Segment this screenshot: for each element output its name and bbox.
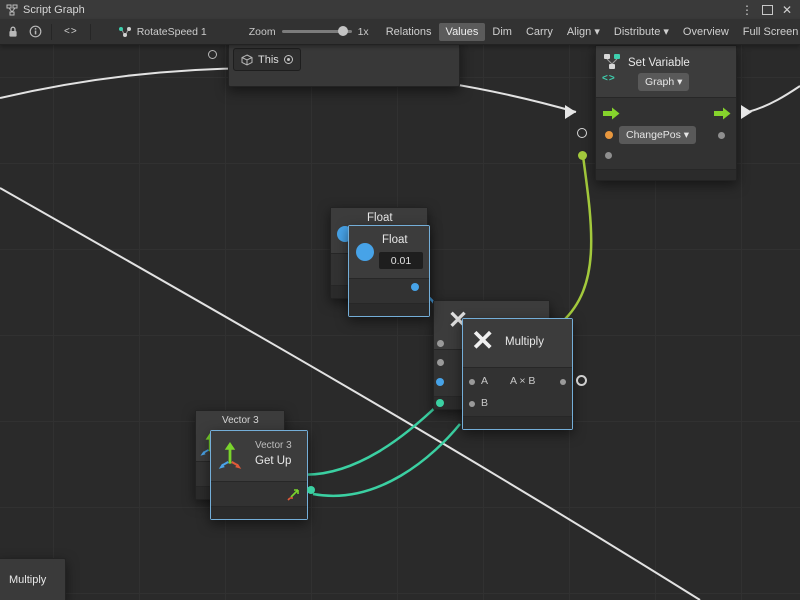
- close-icon[interactable]: ✕: [782, 4, 792, 16]
- this-chip[interactable]: This: [233, 48, 301, 71]
- zoom-value: 1x: [358, 26, 369, 38]
- vector3-get-up-node[interactable]: Vector 3 Get Up: [210, 430, 308, 520]
- this-node[interactable]: This: [228, 44, 460, 87]
- corner-multiply-node[interactable]: Multiply: [0, 558, 66, 600]
- variable-kind-dropdown[interactable]: Graph ▾: [638, 73, 689, 91]
- ghost-multiply-port-2[interactable]: [437, 359, 444, 366]
- node-type-label: Vector 3: [255, 440, 292, 451]
- kebab-menu-icon[interactable]: ⋮: [741, 4, 753, 16]
- node-footer: [211, 506, 307, 519]
- breadcrumb-graph-name: RotateSpeed 1: [137, 26, 207, 38]
- set-variable-node[interactable]: Set Variable <> Graph ▾ ChangePos ▾: [595, 45, 737, 181]
- fullscreen-button[interactable]: Full Screen: [736, 23, 800, 41]
- node-header: Vector 3 Get Up: [211, 431, 307, 482]
- lock-icon: [7, 25, 19, 38]
- flow-in-arrow-icon[interactable]: [603, 107, 620, 120]
- graph-breadcrumb-icon: [118, 26, 132, 38]
- window-title: Script Graph: [23, 4, 85, 16]
- port-a-label: A: [481, 375, 488, 387]
- node-header: ✕ Multiply: [463, 319, 572, 368]
- wire-multiply-to-setvariable[interactable]: [562, 156, 591, 322]
- port-result-label: A × B: [510, 375, 535, 387]
- info-icon: [29, 25, 42, 38]
- flow-wire-arrow-left[interactable]: [565, 105, 576, 119]
- value-output-port[interactable]: [718, 132, 725, 139]
- vector3-mini-icon: [287, 487, 301, 501]
- tab-script-graph[interactable]: Script Graph: [0, 0, 95, 19]
- node-title: Float: [382, 234, 408, 246]
- multiply-b-wire-endpoint[interactable]: [436, 399, 444, 407]
- info-button[interactable]: [24, 22, 46, 42]
- this-label: This: [258, 54, 279, 66]
- script-graph-tab-icon: [6, 4, 18, 16]
- wire-flow-out[interactable]: [748, 86, 800, 112]
- restore-window-icon[interactable]: [762, 5, 773, 15]
- multiply-icon: ✕: [471, 327, 494, 355]
- toolbar-separator: [90, 24, 91, 40]
- multiply-a-wire-endpoint[interactable]: [436, 378, 444, 386]
- node-title: Multiply: [9, 574, 46, 586]
- code-view-button[interactable]: <>: [57, 23, 85, 40]
- node-footer: [463, 416, 572, 429]
- graph-toolbar: <> RotateSpeed 1 Zoom 1x Relations Value…: [0, 19, 800, 45]
- node-title: Float: [367, 212, 393, 224]
- float-node[interactable]: Float 0.01: [348, 225, 430, 317]
- code-icon: <>: [64, 26, 78, 37]
- graph-breadcrumb[interactable]: RotateSpeed 1: [118, 26, 207, 38]
- cube-icon: [241, 54, 253, 66]
- lock-button[interactable]: [2, 22, 24, 42]
- values-button[interactable]: Values: [439, 23, 486, 41]
- window-controls: ⋮ ✕: [741, 4, 800, 16]
- unity-visual-scripting-window: { "window": { "title": "Script Graph", "…: [0, 0, 800, 600]
- relations-button[interactable]: Relations: [379, 23, 439, 41]
- node-title: Multiply: [505, 336, 544, 348]
- zoom-label: Zoom: [249, 26, 276, 38]
- variable-name-dropdown[interactable]: ChangePos ▾: [619, 126, 696, 144]
- node-header: Float 0.01: [349, 226, 429, 279]
- node-footer: [596, 169, 736, 180]
- distribute-dropdown-button[interactable]: Distribute ▾: [607, 22, 676, 41]
- node-title: Vector 3: [222, 415, 259, 426]
- port-b-label: B: [481, 397, 488, 409]
- port-a[interactable]: [469, 379, 475, 385]
- flow-out-arrow-icon[interactable]: [714, 107, 731, 120]
- multiply-node[interactable]: ✕ Multiply A A × B B: [462, 318, 573, 430]
- float-value-field[interactable]: 0.01: [379, 252, 423, 269]
- ghost-multiply-port-1[interactable]: [437, 340, 444, 347]
- variable-name-port[interactable]: [605, 131, 613, 139]
- node-footer: [349, 303, 429, 316]
- overview-button[interactable]: Overview: [676, 23, 736, 41]
- align-dropdown-button[interactable]: Align ▾: [560, 22, 607, 41]
- this-output-port[interactable]: [284, 55, 293, 64]
- toolbar-separator: [51, 24, 52, 40]
- node-title: Get Up: [255, 455, 291, 467]
- carry-button[interactable]: Carry: [519, 23, 560, 41]
- setvariable-name-outer-port[interactable]: [577, 128, 587, 138]
- wire-vector-to-multiply-2[interactable]: [313, 424, 460, 496]
- float-output-port[interactable]: [411, 283, 419, 291]
- node-title: Set Variable: [628, 57, 690, 69]
- zoom-slider[interactable]: [282, 30, 352, 33]
- flow-wire-arrow-right[interactable]: [741, 105, 752, 119]
- setvariable-value-wire-endpoint[interactable]: [578, 151, 587, 160]
- float-icon: [356, 243, 374, 261]
- graph-canvas[interactable]: Float ✕ Vector 3: [0, 44, 800, 600]
- node-input-port[interactable]: [208, 50, 217, 59]
- node-header: Set Variable <> Graph ▾: [596, 46, 736, 98]
- dim-button[interactable]: Dim: [485, 23, 519, 41]
- window-titlebar: Script Graph ⋮ ✕: [0, 0, 800, 20]
- value-input-port[interactable]: [605, 152, 612, 159]
- port-result[interactable]: [560, 379, 566, 385]
- set-variable-icon: [602, 52, 622, 72]
- zoom-handle[interactable]: [338, 26, 348, 36]
- multiply-output-port[interactable]: [576, 375, 587, 386]
- vector3-output-port[interactable]: [307, 486, 315, 494]
- vector3-icon: [217, 439, 243, 471]
- variable-code-icon: <>: [602, 73, 616, 84]
- port-b[interactable]: [469, 401, 475, 407]
